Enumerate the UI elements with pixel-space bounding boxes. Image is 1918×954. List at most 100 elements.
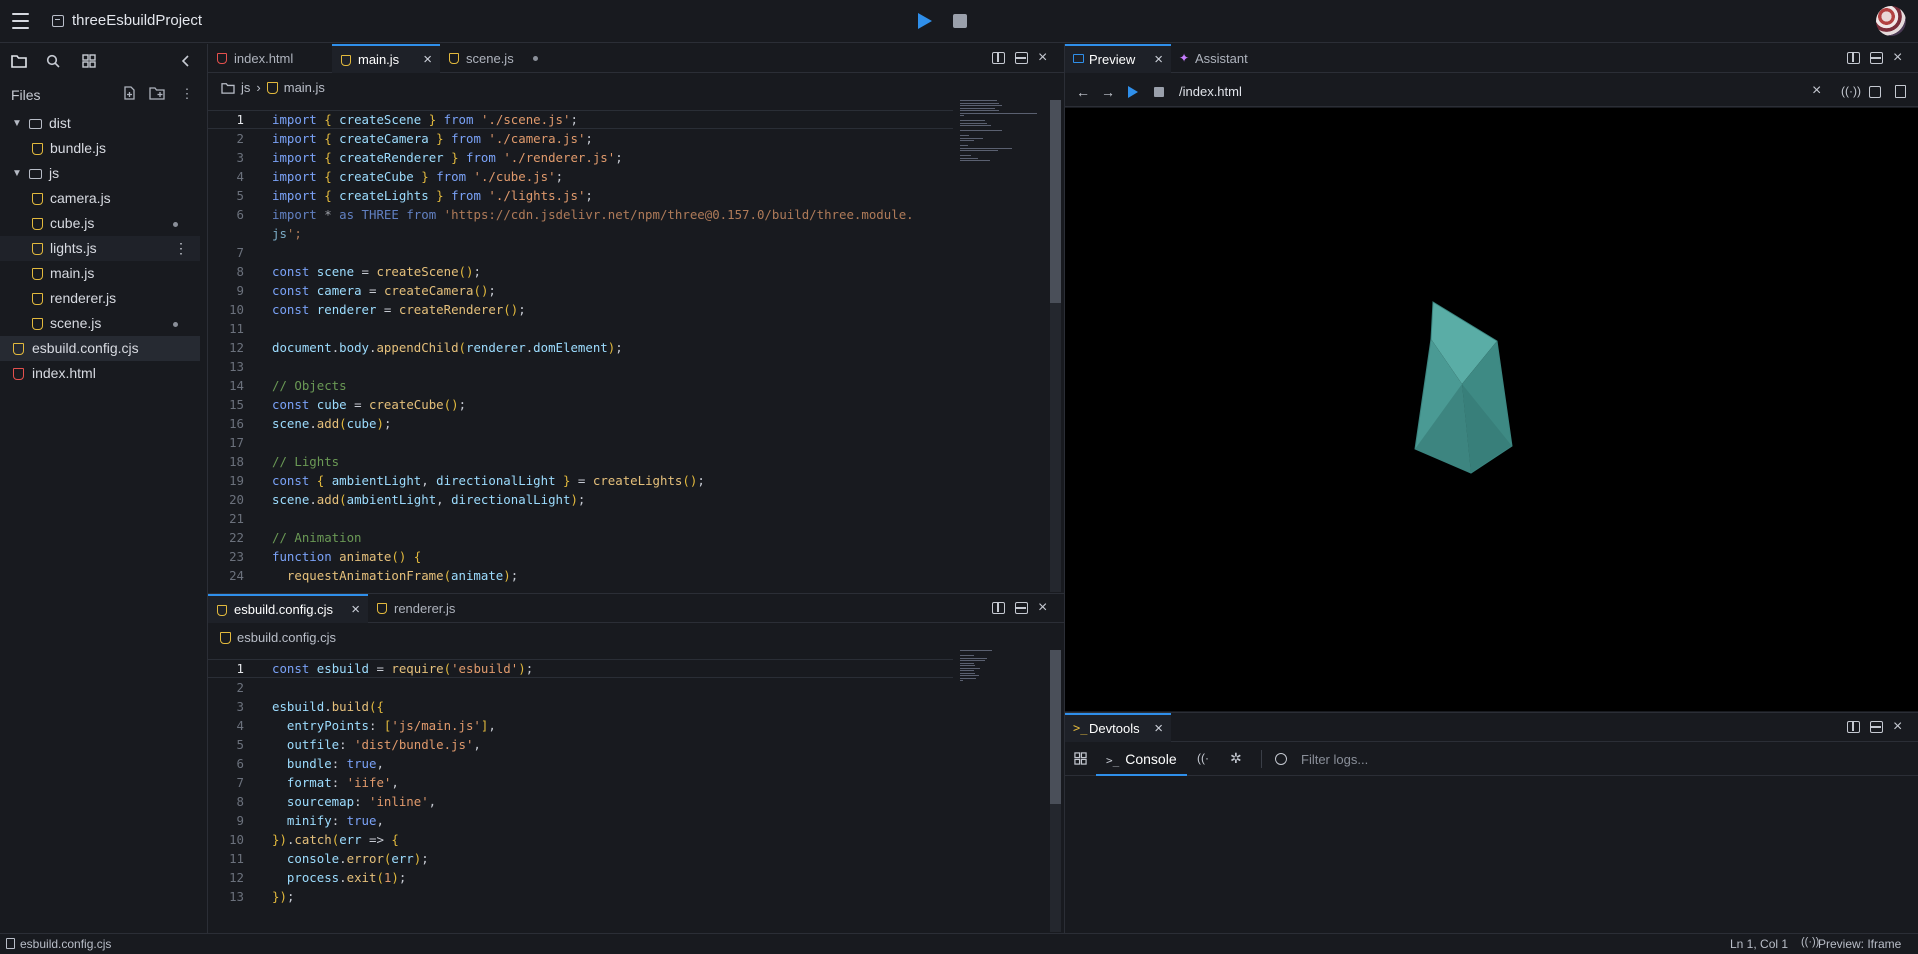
split-vertical-icon[interactable] (1847, 52, 1860, 64)
tab-devtools[interactable]: >_ Devtools × (1065, 713, 1171, 742)
preview-mode[interactable]: Preview: Iframe (1818, 937, 1901, 951)
split-vertical-icon[interactable] (1847, 721, 1860, 733)
tree-folder-js[interactable]: ▼ js (0, 161, 200, 186)
code-line[interactable]: 15 const cube = createCube(); (208, 395, 953, 414)
code-line[interactable]: 11 console.error(err); (208, 849, 953, 868)
stop-button[interactable] (953, 14, 967, 28)
close-icon[interactable]: × (1893, 50, 1902, 66)
code-line[interactable]: 5 import { createLights } from './lights.… (208, 186, 953, 205)
code-line[interactable]: 13}); (208, 887, 953, 906)
code-line[interactable]: 1 const esbuild = require('esbuild'); (208, 659, 953, 678)
code-line[interactable]: 3 esbuild.build({ (208, 697, 953, 716)
tree-file-bundle[interactable]: bundle.js (0, 136, 200, 161)
tab-esbuild-config[interactable]: esbuild.config.cjs × (208, 594, 368, 623)
code-line[interactable]: 11 (208, 319, 953, 338)
screenshot-icon[interactable] (1869, 86, 1881, 98)
elements-icon[interactable] (1074, 752, 1087, 768)
tree-file-main[interactable]: main.js (0, 261, 200, 286)
code-line[interactable]: 22 // Animation (208, 528, 953, 547)
code-line[interactable]: 14 // Objects (208, 376, 953, 395)
code-line[interactable]: 10 const renderer = createRenderer(); (208, 300, 953, 319)
breadcrumb-item[interactable]: js (241, 80, 250, 95)
code-line[interactable]: 8 const scene = createScene(); (208, 262, 953, 281)
code-line[interactable]: 9 minify: true, (208, 811, 953, 830)
split-horizontal-icon[interactable] (1870, 721, 1883, 733)
code-line[interactable]: 17 (208, 433, 953, 452)
code-line[interactable]: 12 document.body.appendChild(renderer.dom… (208, 338, 953, 357)
more-options-icon[interactable]: ⋮ (174, 236, 188, 261)
close-icon[interactable]: × (1812, 82, 1821, 100)
code-line[interactable]: 4 import { createCube } from './cube.js'; (208, 167, 953, 186)
tree-file-camera[interactable]: camera.js (0, 186, 200, 211)
open-external-icon[interactable] (1895, 85, 1906, 98)
code-line[interactable]: 21 (208, 509, 953, 528)
menu-icon[interactable] (12, 13, 29, 29)
code-line[interactable]: 8 sourcemap: 'inline', (208, 792, 953, 811)
tab-main-js[interactable]: main.js × (332, 44, 440, 73)
collapse-sidebar-icon[interactable] (176, 54, 194, 72)
tree-file-cube[interactable]: cube.js (0, 211, 200, 236)
code-line[interactable]: 7 (208, 243, 953, 262)
code-editor-main[interactable]: 1 import { createScene } from './scene.js… (208, 110, 953, 593)
more-options-icon[interactable]: ⋮ (179, 86, 195, 102)
bug-icon[interactable]: ✲ (1230, 750, 1242, 767)
close-icon[interactable]: × (1038, 50, 1047, 66)
code-line[interactable]: 3 import { createRenderer } from './rende… (208, 148, 953, 167)
split-horizontal-icon[interactable] (1015, 602, 1028, 614)
tab-scene-js[interactable]: scene.js (440, 44, 548, 73)
tab-console[interactable]: >_ Console (1096, 743, 1187, 776)
avatar[interactable] (1876, 6, 1906, 36)
tab-renderer-js[interactable]: renderer.js (368, 594, 488, 623)
files-icon[interactable] (10, 54, 28, 72)
close-icon[interactable]: × (423, 46, 432, 73)
stop-preview-button[interactable] (1154, 87, 1164, 97)
code-line[interactable]: 23 function animate() { (208, 547, 953, 566)
extensions-icon[interactable] (80, 54, 98, 72)
project-title[interactable]: threeEsbuildProject (52, 12, 202, 29)
code-line[interactable]: 13 (208, 357, 953, 376)
forward-icon[interactable]: → (1101, 84, 1115, 100)
scrollbar[interactable] (1050, 100, 1061, 592)
close-icon[interactable]: × (1154, 46, 1163, 73)
code-line[interactable]: 6 import * as THREE from 'https://cdn.jsd… (208, 205, 953, 224)
tab-index-html[interactable]: index.html (208, 44, 332, 73)
tree-folder-dist[interactable]: ▼ dist (0, 111, 200, 136)
code-line[interactable]: 6 bundle: true, (208, 754, 953, 773)
tab-preview[interactable]: Preview × (1065, 44, 1171, 73)
preview-url[interactable]: /index.html (1179, 84, 1242, 99)
run-button[interactable] (918, 13, 932, 29)
scrollbar[interactable] (1050, 650, 1061, 932)
code-line[interactable]: js'; (208, 224, 953, 243)
breadcrumb-item[interactable]: esbuild.config.cjs (237, 630, 336, 645)
split-horizontal-icon[interactable] (1870, 52, 1883, 64)
new-folder-icon[interactable] (149, 86, 165, 102)
code-line[interactable]: 24 requestAnimationFrame(animate); (208, 566, 953, 585)
code-line[interactable]: 19 const { ambientLight, directionalLight… (208, 471, 953, 490)
code-line[interactable]: 12 process.exit(1); (208, 868, 953, 887)
code-line[interactable]: 5 outfile: 'dist/bundle.js', (208, 735, 953, 754)
preview-canvas[interactable] (1065, 108, 1918, 711)
clear-console-icon[interactable] (1275, 753, 1287, 765)
code-line[interactable]: 7 format: 'iife', (208, 773, 953, 792)
tree-file-index-html[interactable]: index.html (0, 361, 200, 386)
filter-logs-input[interactable]: Filter logs... (1301, 752, 1368, 767)
search-icon[interactable] (44, 54, 62, 72)
breadcrumb-item[interactable]: main.js (284, 80, 325, 95)
code-editor-config[interactable]: 1 const esbuild = require('esbuild'); 2 3 es… (208, 659, 953, 931)
close-icon[interactable]: × (1893, 719, 1902, 735)
tree-file-scene[interactable]: scene.js (0, 311, 200, 336)
code-line[interactable]: 18 // Lights (208, 452, 953, 471)
tree-file-lights[interactable]: lights.js ⋮ (0, 236, 200, 261)
code-line[interactable]: 2 import { createCamera } from './camera.… (208, 129, 953, 148)
scrollbar-thumb[interactable] (1050, 100, 1061, 303)
split-horizontal-icon[interactable] (1015, 52, 1028, 64)
split-vertical-icon[interactable] (992, 602, 1005, 614)
broadcast-icon[interactable]: ((·)) (1841, 84, 1861, 98)
code-line[interactable]: 20 scene.add(ambientLight, directionalLig… (208, 490, 953, 509)
minimap[interactable] (960, 650, 1040, 683)
code-line[interactable]: 10}).catch(err => { (208, 830, 953, 849)
back-icon[interactable]: ← (1076, 84, 1090, 100)
network-icon[interactable]: ((· (1197, 751, 1209, 765)
split-vertical-icon[interactable] (992, 52, 1005, 64)
cursor-position[interactable]: Ln 1, Col 1 (1730, 937, 1788, 951)
